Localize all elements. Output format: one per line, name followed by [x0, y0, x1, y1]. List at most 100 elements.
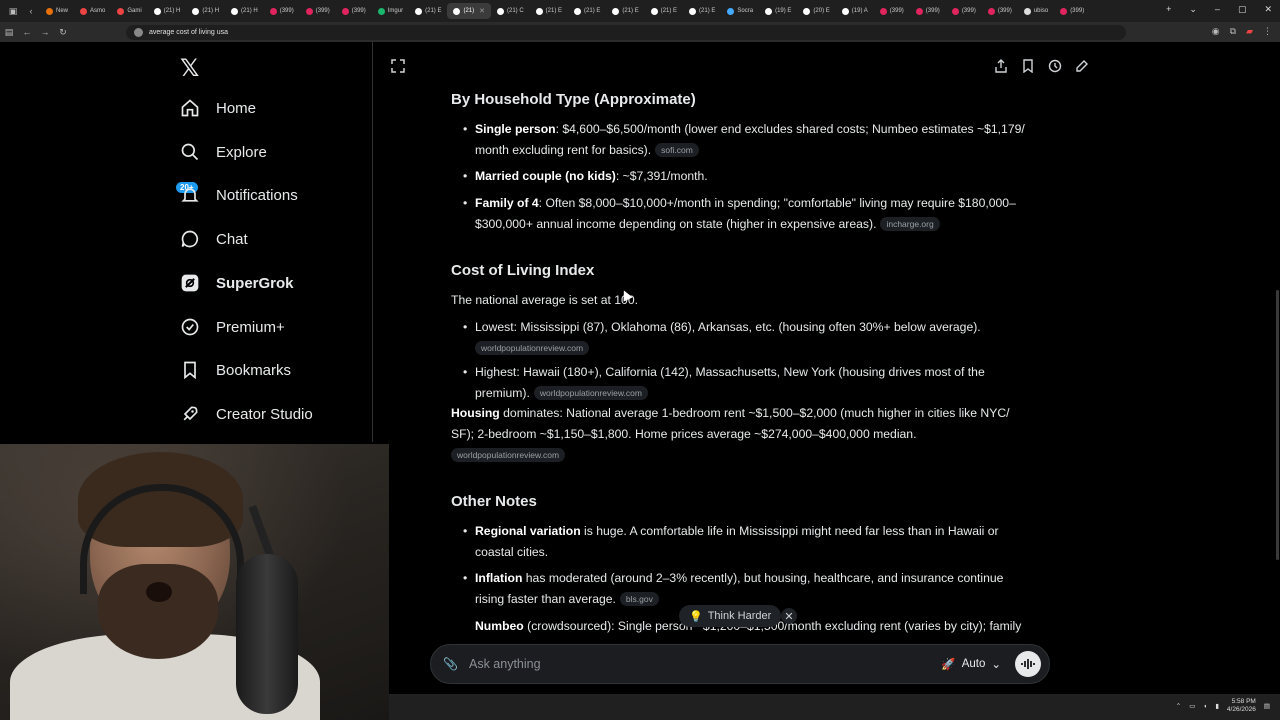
sidebar-toggle-icon[interactable]: ▤	[0, 27, 18, 38]
site-info-icon[interactable]	[134, 27, 143, 37]
minimize-icon[interactable]: –	[1215, 4, 1220, 15]
source-chip[interactable]: sofi.com	[655, 143, 699, 157]
close-window-icon[interactable]: ✕	[1264, 4, 1272, 15]
browser-tab[interactable]: (21) E	[409, 3, 447, 19]
reload-icon[interactable]: ↻	[54, 27, 72, 38]
browser-tab[interactable]: Socra	[721, 3, 759, 19]
browser-tab[interactable]: (21) C	[491, 3, 530, 19]
browser-tab[interactable]: Imgur	[372, 3, 409, 19]
browser-tab[interactable]: (21) ✕	[447, 3, 491, 19]
browser-tab[interactable]: (21) H	[225, 3, 264, 19]
share-icon[interactable]	[994, 59, 1008, 73]
browser-tab[interactable]: (21) E	[645, 3, 683, 19]
browser-tab[interactable]: New	[40, 3, 74, 19]
browser-tab[interactable]: (21) E	[606, 3, 644, 19]
maximize-icon[interactable]: ▢	[1238, 4, 1247, 15]
ask-input[interactable]: 📎 Ask anything 🚀 Auto ⌄	[430, 644, 1050, 684]
browser-tab[interactable]: (19) A	[836, 3, 874, 19]
sidebar-item-label: Bookmarks	[216, 361, 292, 379]
tab-favicon-icon	[231, 7, 239, 15]
browser-tab[interactable]: (399)	[946, 3, 982, 19]
tab-search-icon[interactable]: ▣	[4, 6, 22, 17]
forward-icon[interactable]: →	[36, 27, 54, 37]
clock-time: 5:58 PM	[1231, 698, 1256, 705]
tab-favicon-icon	[879, 7, 887, 15]
lightbulb-icon: 💡	[689, 610, 703, 623]
browser-tab[interactable]: (19) E	[759, 3, 797, 19]
browser-tab[interactable]: (21) H	[148, 3, 187, 19]
browser-tab[interactable]: (399)	[874, 3, 910, 19]
browser-tab[interactable]: (399)	[300, 3, 336, 19]
tab-favicon-icon	[650, 7, 658, 15]
scrollbar[interactable]	[1276, 290, 1279, 560]
item-text: Lowest: Mississippi (87), Oklahoma (86),…	[475, 320, 981, 334]
tab-favicon-icon	[192, 7, 200, 15]
clock[interactable]: 5:58 PM 4/26/2026	[1227, 698, 1256, 714]
sidebar-item-bookmarks[interactable]: Bookmarks	[178, 358, 291, 382]
browser-tab[interactable]: (21) E	[568, 3, 606, 19]
sidebar-item-home[interactable]: Home	[178, 96, 256, 120]
tab-label: (19) E	[775, 8, 792, 14]
section-heading: Cost of Living Index	[451, 262, 595, 279]
source-chip[interactable]: bls.gov	[619, 592, 659, 606]
mode-selector[interactable]: 🚀 Auto ⌄	[941, 657, 1001, 671]
think-harder-button[interactable]: 💡 Think Harder	[679, 605, 782, 627]
browser-tab[interactable]: (399)	[1054, 3, 1090, 19]
extensions-icon[interactable]: ⧉	[1230, 26, 1236, 37]
profile-icon[interactable]: ◉	[1212, 26, 1220, 37]
network-icon[interactable]: ▭	[1189, 702, 1195, 710]
tab-list-icon[interactable]: ⌄	[1189, 4, 1197, 15]
expand-icon[interactable]	[391, 59, 405, 76]
attach-icon[interactable]: 📎	[443, 657, 458, 671]
source-chip[interactable]: worldpopulationreview.com	[475, 341, 590, 355]
home-icon	[178, 96, 202, 120]
sidebar-item-chat[interactable]: Chat	[178, 227, 248, 251]
browser-tab[interactable]: Asmo	[74, 3, 111, 19]
browser-tab[interactable]: (399)	[910, 3, 946, 19]
battery-icon[interactable]: ▮	[1215, 702, 1219, 710]
chat-icon	[178, 227, 202, 251]
sidebar-item-creator-studio[interactable]: Creator Studio	[178, 402, 313, 426]
tab-label: (19) A	[851, 8, 868, 14]
notifications-icon[interactable]: ▤	[1264, 702, 1270, 710]
browser-tab[interactable]: (399)	[982, 3, 1018, 19]
tab-scroll-left-icon[interactable]: ‹	[22, 6, 40, 16]
extension-red-icon[interactable]: ▰	[1246, 26, 1253, 37]
browser-tab[interactable]: (21) H	[186, 3, 225, 19]
sidebar-item-label: Creator Studio	[216, 405, 313, 423]
browser-tabstrip: ▣ ‹ New Asmo Gami (21) H (21) H (21) H (399) (3…	[0, 0, 1280, 22]
tab-close-icon[interactable]: ✕	[479, 7, 485, 15]
browser-tab[interactable]: Gami	[111, 3, 147, 19]
chevron-up-icon[interactable]: ⌃	[1176, 702, 1181, 710]
browser-tab[interactable]: (399)	[264, 3, 300, 19]
item-text: dominates: National average 1-bedroom re…	[451, 406, 1010, 441]
voice-mode-button[interactable]	[1015, 651, 1041, 677]
volume-icon[interactable]: ◖	[1203, 703, 1207, 710]
bookmark-icon[interactable]	[1021, 59, 1035, 73]
browser-tab[interactable]: (399)	[336, 3, 372, 19]
source-chip[interactable]: worldpopulationreview.com	[533, 386, 648, 400]
browser-tab[interactable]: (20) E	[797, 3, 835, 19]
sidebar-item-notifications[interactable]: Notifications	[178, 183, 298, 207]
sidebar-item-explore[interactable]: Explore	[178, 140, 267, 164]
bold-term: Married couple (no kids)	[475, 169, 616, 183]
browser-tab[interactable]: (21) E	[530, 3, 568, 19]
close-icon[interactable]: ✕	[781, 608, 797, 624]
webcam-overlay	[0, 444, 389, 720]
source-chip[interactable]: worldpopulationreview.com	[451, 448, 566, 462]
tab-label: (21) H	[202, 8, 220, 14]
new-chat-icon[interactable]	[1075, 59, 1089, 73]
source-chip[interactable]: incharge.org	[880, 217, 940, 231]
tab-label: (399)	[315, 8, 330, 14]
browser-tab[interactable]: ubiso	[1018, 3, 1054, 19]
back-icon[interactable]: ←	[18, 27, 36, 37]
sidebar-item-supergrok[interactable]: SuperGrok	[178, 271, 294, 295]
url-input[interactable]: average cost of living usa	[126, 24, 1126, 40]
new-tab-icon[interactable]: +	[1166, 4, 1171, 15]
menu-icon[interactable]: ⋮	[1263, 26, 1272, 37]
sidebar-item-premium[interactable]: Premium+	[178, 315, 285, 339]
right-empty-area	[1107, 42, 1280, 694]
x-logo-icon[interactable]: 𝕏	[180, 54, 199, 83]
browser-tab[interactable]: (21) E	[683, 3, 721, 19]
history-icon[interactable]	[1048, 59, 1062, 73]
